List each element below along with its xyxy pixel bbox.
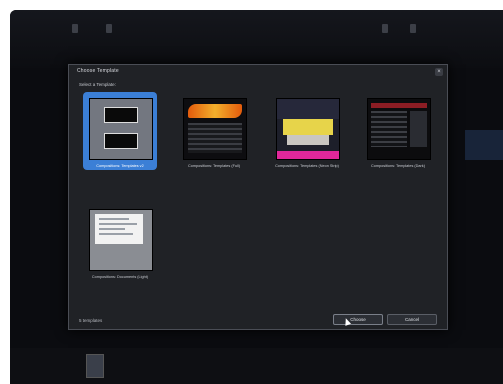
monitor-screen: Choose Template × Select a Template: Com… [10,10,503,384]
template-tile[interactable]: Compositions: Templates (Neon Strip) [270,92,344,170]
template-thumbnail [89,98,153,160]
template-thumbnail [367,98,431,160]
thumbnail-line [99,233,133,235]
thumbnail-block [104,107,138,123]
app-bottom-bar [10,348,503,384]
thumbnail-band [283,119,333,135]
toolbar-icon[interactable] [72,24,78,33]
thumbnail-line [99,218,129,220]
template-tile[interactable]: Compositions: Templates v2 [83,92,157,170]
cancel-button[interactable]: Cancel [387,314,437,325]
thumbnail-pane [371,111,407,147]
thumbnail-line [99,223,137,225]
template-tile[interactable]: Compositions: Documents (Light) [83,203,157,281]
template-label: Compositions: Documents (Light) [91,275,149,279]
background-panel [465,130,503,160]
status-text: 5 templates [79,318,103,323]
media-thumbnail[interactable] [86,354,104,378]
app-toolbar [10,10,503,68]
template-label: Compositions: Templates v2 [96,164,144,168]
template-label: Compositions: Templates (Full) [187,164,241,168]
choose-button[interactable]: Choose [333,314,383,325]
toolbar-icon[interactable] [410,24,416,33]
toolbar-icon[interactable] [106,24,112,33]
template-label: Compositions: Templates (Neon Strip) [275,164,339,168]
thumbnail-banner [188,104,242,118]
choose-template-dialog: Choose Template × Select a Template: Com… [68,64,448,330]
thumbnail-rows [188,123,242,153]
thumbnail-block [104,133,138,149]
thumbnail-side [410,111,427,147]
thumbnail-footer [277,151,339,159]
toolbar-icon[interactable] [382,24,388,33]
thumbnail-line [99,228,125,230]
template-label: Compositions: Templates (Dark) [371,164,425,168]
template-thumbnail [276,98,340,160]
thumbnail-header [371,103,427,108]
template-thumbnail [89,209,153,271]
template-tile[interactable]: Compositions: Templates (Dark) [361,92,435,170]
template-tile[interactable]: Compositions: Templates (Full) [177,92,251,170]
template-thumbnail [183,98,247,160]
thumbnail-header [277,99,339,119]
template-grid: Compositions: Templates v2 Compositions:… [69,65,447,329]
thumbnail-band [287,135,329,145]
thumbnail-document [95,214,143,244]
